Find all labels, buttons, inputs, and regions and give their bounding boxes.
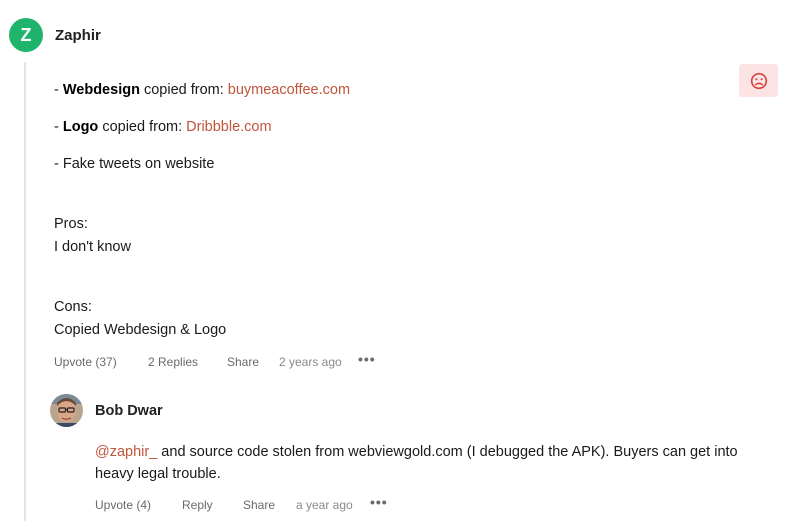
- comment-line-webdesign: - Webdesign copied from: buymeacoffee.co…: [54, 82, 350, 98]
- timestamp: a year ago: [296, 498, 353, 512]
- cons-text: Copied Webdesign & Logo: [54, 322, 227, 338]
- reply-actions: Upvote (4) Reply Share a year ago •••: [95, 494, 405, 514]
- bold-text: Logo: [62, 119, 99, 135]
- user-photo-icon: [50, 394, 83, 427]
- cons-heading: Cons:: [54, 299, 92, 315]
- comment-line-tweets: - Fake tweets on website: [54, 156, 215, 172]
- bullet-text: -: [54, 119, 63, 135]
- pros-heading: Pros:: [54, 216, 88, 232]
- comment-thread: Z Zaphir - Webdesign copied from: buymea…: [0, 0, 787, 521]
- comment-line-logo: - Logo copied from: Dribbble.com: [54, 119, 272, 135]
- reply-text: and source code stolen from webviewgold.…: [95, 444, 738, 482]
- comment-text: copied from:: [139, 82, 228, 98]
- reply-author[interactable]: Bob Dwar: [95, 403, 163, 419]
- sentiment-badge: [739, 64, 778, 97]
- comment-text: copied from:: [98, 119, 187, 135]
- sad-face-icon: [750, 72, 767, 89]
- link-buymeacoffee[interactable]: buymeacoffee.com: [228, 82, 350, 98]
- avatar[interactable]: Z: [9, 18, 43, 52]
- mention-link[interactable]: @zaphir_: [95, 444, 157, 460]
- more-options-icon[interactable]: •••: [370, 494, 388, 510]
- comment-actions: Upvote (37) 2 Replies Share 2 years ago …: [54, 351, 394, 371]
- more-options-icon[interactable]: •••: [358, 351, 376, 367]
- replies-button[interactable]: 2 Replies: [148, 355, 198, 369]
- link-dribbble[interactable]: Dribbble.com: [186, 119, 271, 135]
- share-button[interactable]: Share: [243, 498, 275, 512]
- share-button[interactable]: Share: [227, 355, 259, 369]
- avatar[interactable]: [50, 394, 83, 427]
- upvote-button[interactable]: Upvote (37): [54, 355, 117, 369]
- reply-button[interactable]: Reply: [182, 498, 213, 512]
- timestamp: 2 years ago: [279, 355, 342, 369]
- pros-text: I don't know: [54, 239, 131, 255]
- upvote-button[interactable]: Upvote (4): [95, 498, 151, 512]
- reply-body: @zaphir_ and source code stolen from web…: [95, 441, 765, 485]
- bold-text: Webdesign: [62, 82, 140, 98]
- bullet-text: -: [54, 82, 63, 98]
- comment-author[interactable]: Zaphir: [55, 27, 101, 44]
- thread-line: [24, 62, 26, 521]
